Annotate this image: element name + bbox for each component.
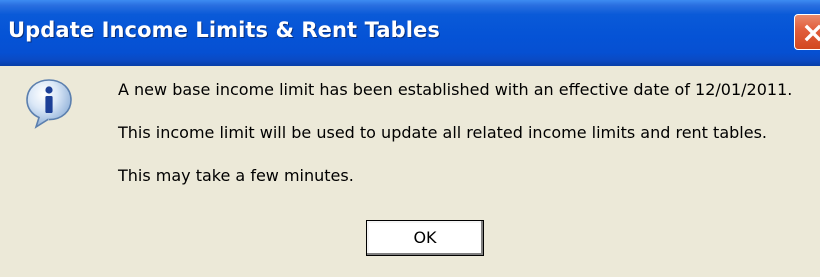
ok-button[interactable]: OK — [366, 220, 484, 256]
dialog-title: Update Income Limits & Rent Tables — [8, 18, 440, 42]
title-bar[interactable]: Update Income Limits & Rent Tables — [0, 0, 820, 66]
close-button[interactable] — [794, 14, 820, 50]
message-line-2: This income limit will be used to update… — [118, 123, 767, 142]
message-line-3: This may take a few minutes. — [118, 166, 354, 185]
info-icon — [26, 79, 72, 129]
message-dialog: Update Income Limits & Rent Tables A new… — [0, 0, 820, 277]
message-line-1: A new base income limit has been establi… — [118, 80, 793, 99]
close-icon — [804, 24, 820, 42]
